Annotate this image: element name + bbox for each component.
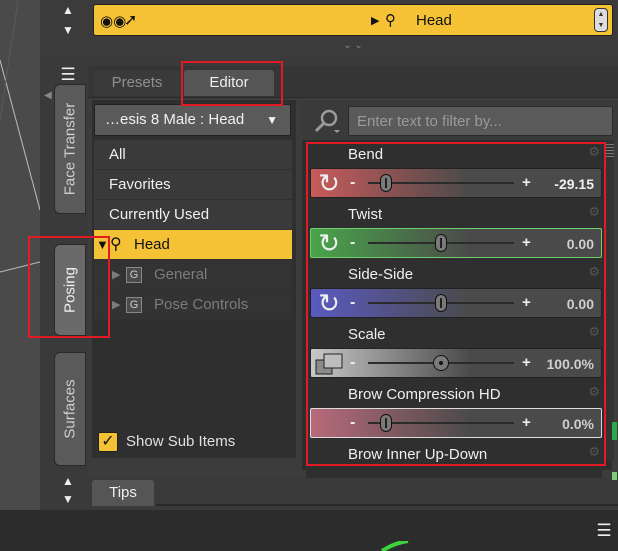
list-item-general[interactable]: ▶ G General (94, 260, 292, 290)
tab-presets[interactable]: Presets (94, 70, 180, 96)
chevron-down-icon: ▼ (266, 113, 278, 127)
filter-input[interactable] (348, 106, 613, 136)
show-sub-items-label: Show Sub Items (126, 433, 236, 450)
pane-menu-icon[interactable]: ☰ (56, 64, 80, 86)
list-item-label: All (109, 146, 126, 163)
scroll-up-icon[interactable]: ▲ (56, 472, 80, 490)
tips-divider (156, 504, 618, 506)
bone-icon: ⚲ (385, 12, 396, 29)
scene-row-head[interactable]: ◉◉ ➚ ▶ ⚲ Head ▲ ▼ (93, 4, 613, 36)
figure-select-value: …esis 8 Male : Head (105, 111, 245, 128)
expand-triangle-icon[interactable]: ▶ (112, 290, 120, 320)
group-icon: G (126, 267, 142, 283)
group-icon: G (126, 297, 142, 313)
side-tab-surfaces[interactable]: Surfaces (54, 352, 86, 466)
top-scroll-arrows[interactable]: ▲ ▼ (56, 0, 80, 56)
bone-icon: ⚲ (110, 236, 122, 253)
list-item-label: Currently Used (109, 206, 210, 223)
search-icon[interactable] (312, 108, 342, 134)
side-tab-face-transfer[interactable]: Face Transfer (54, 84, 86, 214)
expand-triangle-icon[interactable]: ▶ (371, 14, 379, 27)
list-item-label: Favorites (109, 176, 171, 193)
expand-triangle-icon[interactable]: ▶ (112, 260, 120, 290)
eye-icon[interactable]: ◉◉ (100, 12, 126, 30)
footer-bar (0, 510, 618, 551)
list-item-label: General (154, 266, 208, 283)
drag-handle[interactable]: ⌄ ⌄ (93, 40, 613, 54)
tab-tips[interactable]: Tips (92, 480, 154, 506)
select-cursor-icon[interactable]: ➚ (124, 10, 137, 30)
scene-row-label: Head (416, 12, 452, 29)
list-item-label: Pose Controls (154, 296, 249, 313)
highlight-editor-tab (181, 61, 283, 106)
side-tab-label: Face Transfer (61, 102, 79, 196)
scroll-down-icon[interactable]: ▼ (56, 20, 80, 40)
side-meter (612, 422, 617, 480)
collapse-arrow-icon[interactable]: ◀ (44, 90, 52, 101)
highlight-parameters (306, 142, 606, 466)
scroll-down-icon[interactable]: ▼ (56, 490, 80, 508)
list-item-label: Head (134, 236, 170, 253)
scroll-up-icon[interactable]: ▲ (56, 0, 80, 20)
list-item-head[interactable]: ▼ ⚲ Head (94, 230, 292, 260)
side-tab-label: Surfaces (61, 379, 79, 439)
scroll-grip[interactable] (606, 144, 614, 158)
highlight-posing-tab (28, 236, 110, 338)
pane-menu-icon[interactable]: ☰ (592, 520, 616, 542)
row-spinner[interactable]: ▲ ▼ (594, 8, 608, 32)
checkmark-icon[interactable]: ✓ (98, 432, 118, 452)
bottom-scroll-arrows[interactable]: ▲ ▼ (56, 472, 80, 512)
list-item-currently-used[interactable]: Currently Used (94, 200, 292, 230)
figure-select[interactable]: …esis 8 Male : Head ▼ (94, 104, 291, 136)
indicator-icon (380, 541, 409, 551)
list-item-pose-controls[interactable]: ▶ G Pose Controls (94, 290, 292, 320)
list-item-all[interactable]: All (94, 140, 292, 170)
list-item-favorites[interactable]: Favorites (94, 170, 292, 200)
